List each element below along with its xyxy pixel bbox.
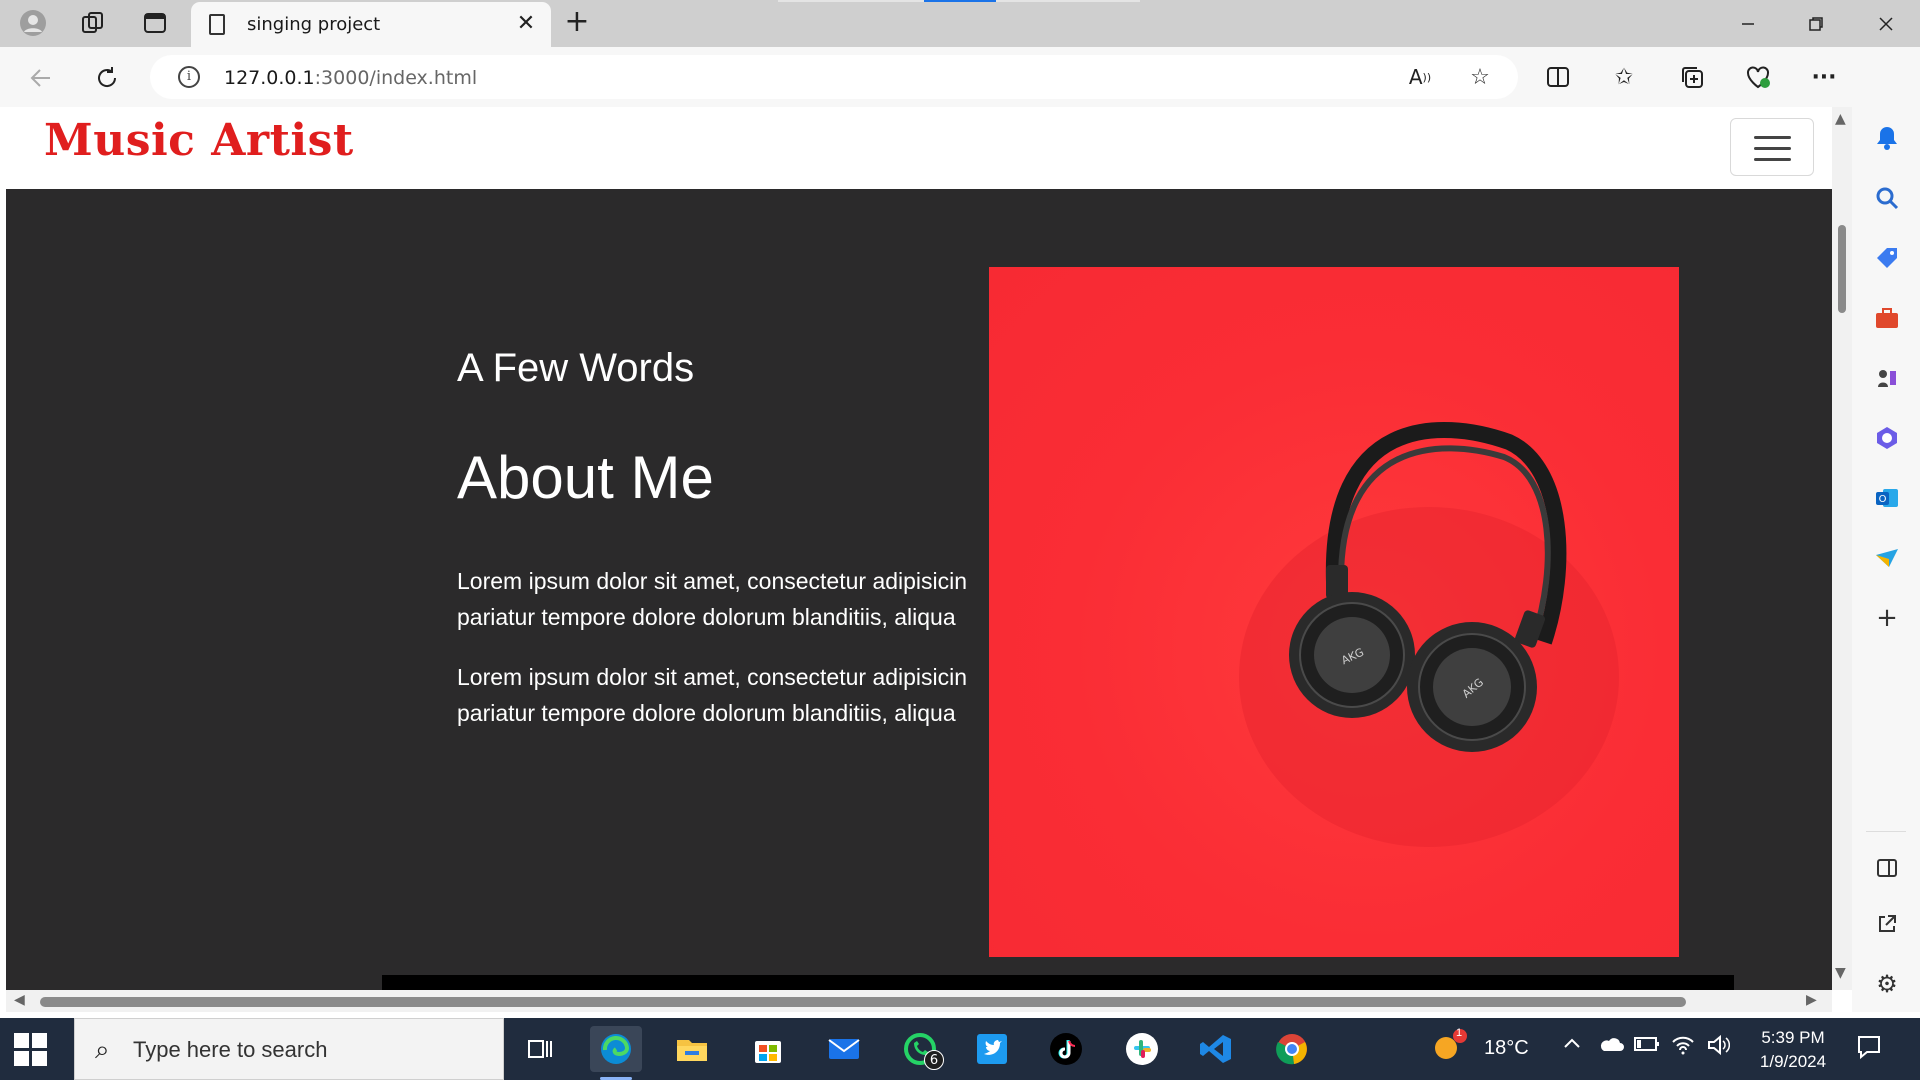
refresh-button[interactable] [88, 59, 126, 97]
sidebar-divider [1866, 831, 1906, 832]
chrome-icon[interactable] [1266, 1026, 1318, 1072]
close-window-button[interactable] [1852, 0, 1920, 47]
scroll-up-icon[interactable]: ▲ [1835, 111, 1846, 127]
search-icon[interactable] [1868, 179, 1906, 217]
windows-taskbar: ⌕ Type here to search 6 1 18°C 5:39 PM 1… [0, 1018, 1920, 1080]
about-paragraph: Lorem ipsum dolor sit amet, consectetur … [457, 659, 995, 731]
favorites-icon[interactable]: ✩ [1606, 59, 1642, 95]
wifi-icon[interactable] [1670, 1034, 1696, 1062]
about-section: A Few Words About Me Lorem ipsum dolor s… [6, 189, 1832, 990]
tiktok-icon[interactable] [1040, 1026, 1092, 1072]
taskbar-search-box[interactable]: ⌕ Type here to search [74, 1018, 504, 1080]
url-text: 127.0.0.1:3000/index.html [224, 67, 477, 89]
notification-center-icon[interactable] [1856, 1034, 1882, 1066]
whatsapp-badge: 6 [924, 1050, 944, 1070]
browser-essentials-icon[interactable] [1740, 59, 1776, 95]
clock-date: 1/9/2024 [1759, 1052, 1827, 1071]
minimize-button[interactable] [1714, 0, 1782, 47]
temperature-label[interactable]: 18°C [1484, 1037, 1529, 1060]
microsoft-365-icon[interactable] [1868, 419, 1906, 457]
search-magnifier-icon: ⌕ [95, 1035, 110, 1065]
microsoft-store-icon[interactable] [742, 1026, 794, 1072]
favorite-star-icon[interactable]: ☆ [1462, 59, 1498, 95]
horizontal-scrollbar[interactable]: ◀ ▶ [6, 990, 1832, 1012]
workspaces-icon[interactable] [76, 6, 110, 40]
about-heading: About Me [457, 444, 714, 511]
slack-icon[interactable] [1116, 1026, 1168, 1072]
url-field[interactable]: i 127.0.0.1:3000/index.html A)) ☆ [150, 55, 1518, 99]
tools-briefcase-icon[interactable] [1868, 299, 1906, 337]
sidebar-settings-gear-icon[interactable]: ⚙ [1868, 965, 1906, 1003]
task-view-icon[interactable] [514, 1026, 566, 1072]
url-path: :3000/index.html [314, 67, 478, 89]
headphones-icon: AKG AKG [1239, 422, 1619, 847]
headphones-photo: AKG AKG [989, 267, 1679, 957]
paragraph-line: pariatur tempore dolore dolorum blanditi… [457, 604, 956, 630]
scroll-left-icon[interactable]: ◀ [14, 992, 25, 1008]
site-info-icon[interactable]: i [178, 66, 200, 88]
shopping-tag-icon[interactable] [1868, 239, 1906, 277]
new-tab-button[interactable]: + [560, 6, 594, 40]
battery-icon[interactable] [1634, 1035, 1660, 1059]
read-aloud-icon[interactable]: A)) [1402, 59, 1438, 95]
mail-icon[interactable] [818, 1026, 870, 1072]
vertical-scrollbar[interactable]: ▲ ▼ [1832, 107, 1852, 990]
tab-title: singing project [247, 14, 381, 35]
edge-taskbar-icon[interactable] [590, 1026, 642, 1080]
horizontal-scroll-thumb[interactable] [40, 997, 1686, 1007]
outlook-icon[interactable]: O [1868, 479, 1906, 517]
hide-sidebar-icon[interactable] [1868, 849, 1906, 887]
more-options-icon[interactable]: ··· [1806, 59, 1842, 95]
about-eyebrow: A Few Words [457, 346, 695, 390]
site-brand[interactable]: Music Artist [44, 115, 354, 166]
tab-singing-project[interactable]: singing project ✕ [191, 2, 551, 47]
open-external-icon[interactable] [1868, 905, 1906, 943]
url-host: 127.0.0.1 [224, 67, 315, 89]
taskbar-search-placeholder: Type here to search [133, 1037, 328, 1062]
hamburger-icon [1754, 136, 1791, 139]
paragraph-line: pariatur tempore dolore dolorum blanditi… [457, 700, 956, 726]
vertical-tabs-icon[interactable] [138, 6, 172, 40]
notifications-bell-icon[interactable] [1868, 119, 1906, 157]
edge-sidebar: O + ⚙ [1852, 47, 1920, 1012]
drop-send-icon[interactable] [1868, 539, 1906, 577]
weather-icon[interactable]: 1 [1432, 1027, 1468, 1068]
clock-time: 5:39 PM [1761, 1028, 1825, 1047]
show-hidden-icons-chevron-up-icon[interactable] [1562, 1034, 1582, 1060]
vscode-icon[interactable] [1190, 1026, 1242, 1072]
file-explorer-icon[interactable] [666, 1026, 718, 1072]
taskbar-clock[interactable]: 5:39 PM 1/9/2024 [1738, 1026, 1848, 1074]
twitter-icon[interactable] [966, 1026, 1018, 1072]
page-icon [209, 14, 225, 35]
add-sidebar-app-icon[interactable]: + [1868, 599, 1906, 637]
about-paragraph: Lorem ipsum dolor sit amet, consectetur … [457, 563, 995, 635]
scroll-right-icon[interactable]: ▶ [1806, 992, 1817, 1008]
scroll-down-icon[interactable]: ▼ [1835, 965, 1846, 981]
hamburger-line [1754, 158, 1791, 161]
close-tab-icon[interactable]: ✕ [513, 11, 539, 37]
browser-tab-bar: singing project ✕ + [0, 0, 1920, 47]
web-page: Music Artist A Few Words About Me Lorem … [6, 107, 1832, 990]
address-bar: i 127.0.0.1:3000/index.html A)) ☆ ✩ ··· [0, 47, 1920, 107]
vertical-scroll-thumb[interactable] [1838, 225, 1846, 313]
restore-button[interactable] [1782, 0, 1850, 47]
profile-icon[interactable] [16, 6, 50, 40]
weather-badge: 1 [1456, 1027, 1463, 1039]
volume-speaker-icon[interactable] [1706, 1034, 1731, 1062]
black-strip [382, 975, 1734, 990]
svg-text:O: O [1879, 494, 1887, 505]
tab-strip-indicator-active [924, 0, 996, 2]
hamburger-line [1754, 147, 1791, 150]
collections-icon[interactable] [1674, 59, 1710, 95]
whatsapp-icon[interactable]: 6 [894, 1026, 946, 1072]
paragraph-line: Lorem ipsum dolor sit amet, consectetur … [457, 568, 968, 594]
onedrive-cloud-icon[interactable] [1598, 1034, 1624, 1060]
menu-toggle-button[interactable] [1730, 118, 1814, 176]
back-button[interactable] [22, 59, 60, 97]
split-screen-icon[interactable] [1540, 59, 1576, 95]
site-navbar: Music Artist [6, 107, 1832, 189]
paragraph-line: Lorem ipsum dolor sit amet, consectetur … [457, 664, 968, 690]
windows-start-icon[interactable] [14, 1033, 48, 1067]
games-chess-icon[interactable] [1868, 359, 1906, 397]
